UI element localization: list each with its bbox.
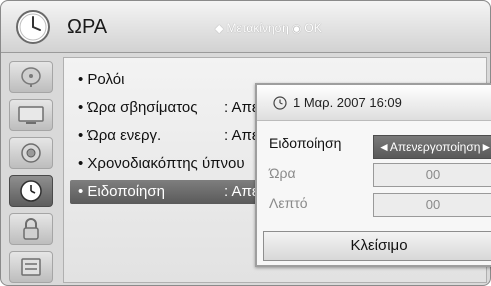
dpad-icon: ◆ [215, 22, 224, 35]
sidebar-item-time[interactable] [9, 175, 53, 207]
current-datetime: 1 Μαρ. 2007 16:09 [293, 95, 402, 110]
list-item-label: • Ώρα ενεργ. [78, 127, 162, 144]
alarm-popup: 1 Μαρ. 2007 16:09 Ειδοποίηση ◄ Απενεργοπ… [255, 83, 491, 267]
page-title: ΩΡΑ [67, 16, 108, 38]
menu-header: ΩΡΑ ◆ Μετακίνηση ◉ OK [1, 1, 490, 53]
time-menu: ΩΡΑ ◆ Μετακίνηση ◉ OK • Ρολόι • Ώρα σβησ… [0, 0, 491, 286]
arrow-left-icon[interactable]: ◄ [378, 136, 390, 158]
close-button[interactable]: Κλείσιμο [263, 231, 491, 261]
sidebar-item-channel[interactable] [9, 61, 53, 93]
sidebar-item-audio[interactable] [9, 137, 53, 169]
list-item-label: • Ειδοποίηση [78, 183, 165, 200]
popup-header: 1 Μαρ. 2007 16:09 [257, 85, 491, 121]
clock-icon [20, 180, 42, 202]
sidebar [5, 57, 59, 283]
minute-field-label: Λεπτό [269, 195, 308, 211]
move-hint-label: Μετακίνηση [226, 21, 289, 35]
clock-icon [273, 95, 287, 110]
ok-hint-label: OK [304, 21, 322, 35]
list-item-label: • Ώρα σβησίματος [78, 99, 198, 116]
minute-input[interactable]: 00 [373, 193, 491, 217]
sidebar-item-lock[interactable] [9, 213, 53, 245]
alarm-mode-selector[interactable]: ◄ Απενεργοποίηση ► [373, 135, 491, 159]
speaker-icon [21, 143, 41, 163]
settings-panel-icon [21, 258, 41, 276]
clock-icon [16, 10, 50, 44]
monitor-icon [18, 106, 44, 124]
hour-input[interactable]: 00 [373, 163, 491, 187]
hour-field-label: Ώρα [269, 165, 296, 181]
arrow-right-icon[interactable]: ► [480, 136, 491, 158]
navigation-hint: ◆ Μετακίνηση ◉ OK [215, 21, 322, 35]
ok-button-icon: ◉ [291, 22, 302, 35]
satellite-dish-icon [21, 67, 41, 87]
list-item-label: • Ρολόι [78, 71, 125, 88]
alarm-mode-value: Απενεργοποίηση [389, 140, 481, 154]
alarm-field-label: Ειδοποίηση [269, 135, 342, 151]
list-item-label: • Χρονοδιακόπτης ύπνου [78, 155, 245, 172]
sidebar-item-picture[interactable] [9, 99, 53, 131]
sidebar-item-option[interactable] [9, 251, 53, 283]
lock-icon [23, 218, 39, 240]
